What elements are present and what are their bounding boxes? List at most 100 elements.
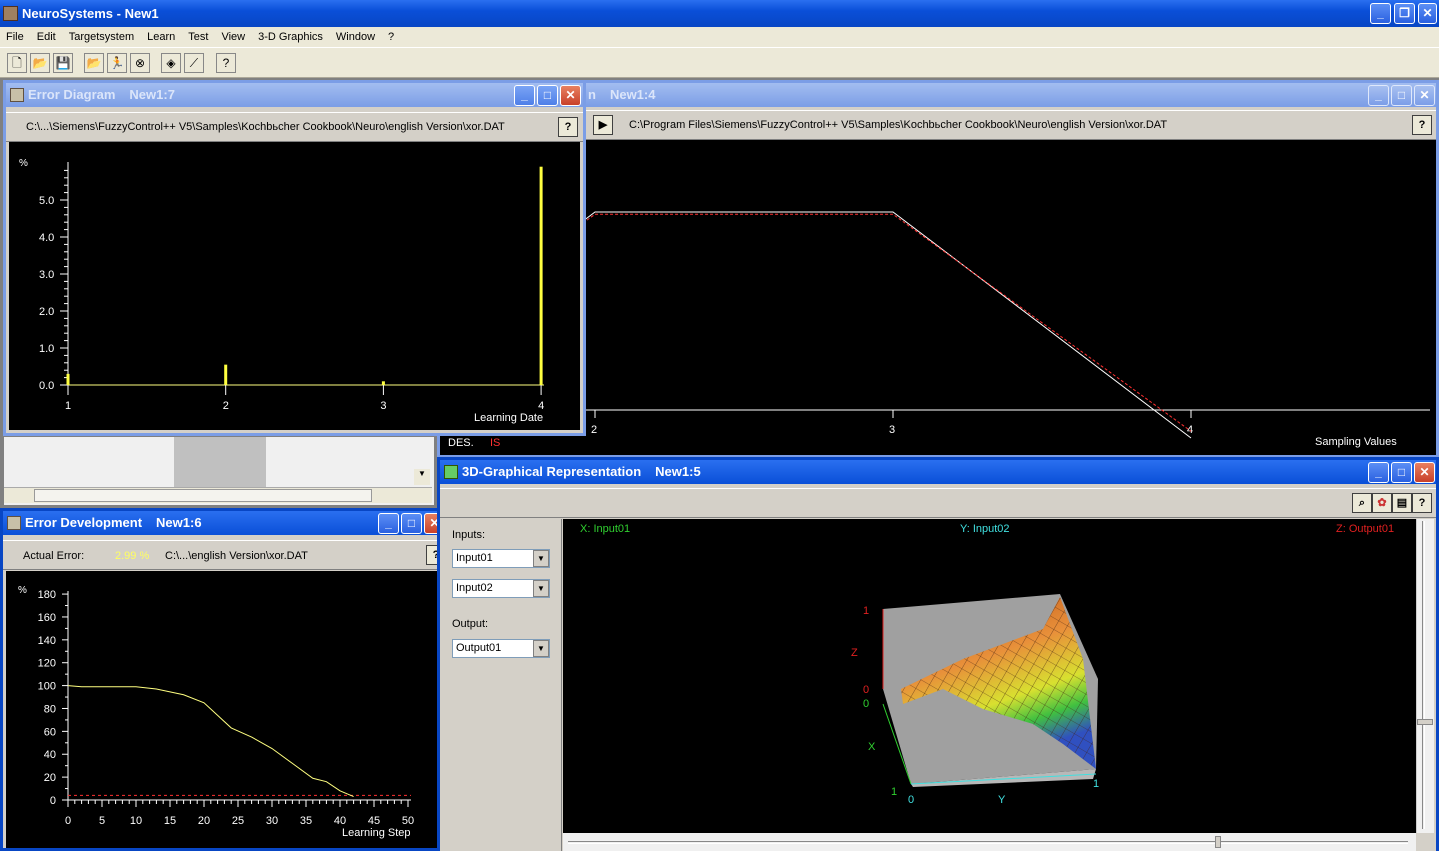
window-icon [444,465,458,479]
y-tick-label: 0.0 [39,380,54,392]
error-diagram-chart: % 0.0 1.0 2.0 3.0 4.0 5.0 1 2 3 4 Learning Date [9,142,580,430]
window-title: 3D-Graphical Representation [462,464,642,479]
help-icon[interactable]: ? [216,53,236,73]
3d-plot: X: Input01 Y: Input02 Z: Output01 1 Z 0 … [563,519,1416,833]
color-icon[interactable]: ✿ [1372,493,1392,513]
open-icon[interactable]: 📂 [30,53,50,73]
legend-is: IS [490,437,500,449]
input1-select[interactable]: Input01 ▼ [452,549,550,568]
y-tick-label: 40 [44,749,56,761]
window-title-bar[interactable]: n New1:4 [440,83,1436,107]
menu-test[interactable]: Test [182,31,215,43]
run-learn-icon[interactable]: 🏃 [107,53,127,73]
play-button[interactable]: ▶ [593,115,613,135]
y-tick-label: 3.0 [39,269,54,281]
window-icon [7,516,21,530]
x-tick-label: 40 [334,815,346,827]
menu--[interactable]: ? [382,31,401,43]
x-tick-label: 30 [266,815,278,827]
window-number: New1:5 [655,464,701,479]
close-button[interactable]: ✕ [1414,85,1435,106]
maximize-button[interactable]: □ [401,513,422,534]
maximize-button[interactable]: □ [1391,462,1412,483]
input2-select[interactable]: Input02 ▼ [452,579,550,598]
x-tick-label: 45 [368,815,380,827]
slider-thumb[interactable] [1417,719,1433,725]
y-tick-label: 1.0 [39,343,54,355]
chevron-down-icon[interactable]: ▼ [533,580,549,597]
scroll-down-button[interactable]: ▼ [414,469,430,485]
select-value: Input02 [456,582,493,594]
minimize-button[interactable]: _ [1368,85,1389,106]
legend-des: DES. [448,437,474,449]
y-unit: % [18,585,27,596]
maximize-button[interactable]: □ [1391,85,1412,106]
new-icon[interactable]: 🗋 [7,53,27,73]
save-icon[interactable]: 💾 [53,53,73,73]
y-tick-label: 5.0 [39,195,54,207]
menu-view[interactable]: View [215,31,252,43]
error-bar [539,166,543,385]
restore-button[interactable]: ❐ [1394,3,1415,24]
help-button[interactable]: ? [1412,115,1432,135]
stop-icon[interactable]: ⊗ [130,53,150,73]
file-path: C:\...\english Version\xor.DAT [165,550,308,562]
menu-3-d-graphics[interactable]: 3-D Graphics [252,31,330,43]
window-title-bar[interactable]: Error Diagram New1:7 [6,83,583,107]
menu-learn[interactable]: Learn [141,31,182,43]
path-row: C:\...\Siemens\FuzzyControl++ V5\Samples… [6,112,583,142]
y-tick-label: 100 [38,681,56,693]
x-tick-label: 4 [538,400,544,412]
x-tick-label: 3 [889,424,895,436]
vertical-slider[interactable] [1416,519,1434,833]
selection-panel: Inputs: Input01 ▼ Input02 ▼ Output: Output… [442,519,562,851]
grid-cell [174,437,266,487]
menu-window[interactable]: Window [330,31,382,43]
y-tick-label: 0 [50,795,56,807]
surface-plot: 1 Z 0 0 X 1 0 Y 1 [851,594,1099,806]
x-axis-label: Sampling Values [1315,436,1397,448]
minimize-button[interactable]: _ [1370,3,1391,24]
menu-edit[interactable]: Edit [31,31,63,43]
3d-graphics-icon[interactable]: ◈ [161,53,181,73]
window-title: Error Development [25,515,143,530]
close-button[interactable]: ✕ [560,85,581,106]
help-button[interactable]: ? [558,117,578,137]
file-path: C:\...\Siemens\FuzzyControl++ V5\Samples… [26,121,505,133]
scroll-thumb[interactable] [34,489,372,502]
x-tick-label: 2 [223,400,229,412]
toolbar: 🗋 📂 💾 📂 🏃 ⊗ ◈ ⟋? [0,47,1439,78]
error-bar [66,373,70,385]
select-value: Input01 [456,552,493,564]
close-button[interactable]: ✕ [1418,3,1437,24]
window-title-bar[interactable]: Error Development New1:6 [3,511,440,535]
chevron-down-icon[interactable]: ▼ [533,640,549,657]
z-tick: 1 [863,605,869,617]
menu-file[interactable]: File [0,31,31,43]
error-development-window: Error Development New1:6 _ □ ✕ Actual Err… [0,508,440,851]
minimize-button[interactable]: _ [514,85,535,106]
minimize-button[interactable]: _ [378,513,399,534]
actual-error-label: Actual Error: [23,550,85,562]
slider-thumb[interactable] [1215,836,1221,848]
x-label: X [868,741,876,753]
horizontal-slider[interactable] [563,833,1416,851]
close-button[interactable]: ✕ [1414,462,1435,483]
zoom-icon[interactable]: ⌕ [1352,493,1372,513]
window-title: Error Diagram [28,87,116,102]
3d-graphics-window: 3D-Graphical Representation New1:5 _ □ ✕ … [437,457,1439,851]
minimize-button[interactable]: _ [1368,462,1389,483]
window-title-bar[interactable]: 3D-Graphical Representation New1:5 [440,460,1436,484]
maximize-button[interactable]: □ [537,85,558,106]
output-select[interactable]: Output01 ▼ [452,639,550,658]
horizontal-scrollbar[interactable] [4,487,432,503]
help-button[interactable]: ? [1412,493,1432,513]
error-curve [67,685,354,798]
chevron-down-icon[interactable]: ▼ [533,550,549,567]
menu-targetsystem[interactable]: Targetsystem [63,31,141,43]
diagram-icon[interactable]: ⟋ [184,53,204,73]
y-tick-label: 60 [44,726,56,738]
open-data-icon[interactable]: 📂 [84,53,104,73]
copy-icon[interactable]: ▤ [1392,493,1412,513]
sampling-chart: 2 3 4 Sampling Values DES. IS [440,140,1436,455]
